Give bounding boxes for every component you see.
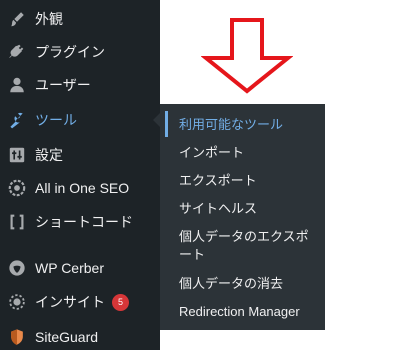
submenu-site-health[interactable]: サイトヘルス — [179, 200, 319, 218]
menu-item-label: WP Cerber — [35, 260, 104, 276]
menu-item-label: ユーザー — [35, 77, 91, 93]
menu-item-wp-cerber[interactable]: WP Cerber — [0, 251, 160, 285]
siteguard-icon — [7, 327, 27, 347]
menu-item-label: 設定 — [35, 147, 63, 163]
user-icon — [7, 75, 27, 95]
down-arrow-annotation-icon — [201, 18, 293, 94]
menu-item-siteguard[interactable]: SiteGuard — [0, 320, 160, 354]
paintbrush-icon — [7, 9, 27, 29]
submenu-export-personal-data[interactable]: 個人データのエクスポート — [179, 228, 319, 264]
submenu-import[interactable]: インポート — [179, 144, 319, 162]
settings-sliders-icon — [7, 145, 27, 165]
menu-item-plugins[interactable]: プラグイン — [0, 35, 160, 69]
menu-item-label: SiteGuard — [35, 329, 99, 345]
menu-item-label: All in One SEO — [35, 180, 130, 196]
notification-count-badge: 5 — [112, 293, 129, 311]
flyout-pointer — [153, 113, 160, 127]
menu-item-label: インサイト — [35, 294, 105, 310]
insights-icon — [7, 292, 27, 312]
menu-item-label: プラグイン — [35, 44, 105, 60]
menu-item-label: 外観 — [35, 11, 63, 27]
menu-item-users[interactable]: ユーザー — [0, 68, 160, 102]
aioseo-icon — [7, 178, 27, 198]
menu-item-shortcodes[interactable]: ショートコード — [0, 205, 160, 239]
menu-item-appearance[interactable]: 外観 — [0, 2, 160, 36]
plugin-icon — [7, 42, 27, 62]
submenu-redirection-manager[interactable]: Redirection Manager — [179, 303, 319, 321]
current-item-indicator — [165, 111, 168, 137]
menu-item-label: ショートコード — [35, 214, 133, 230]
menu-item-tools[interactable]: ツール — [0, 103, 160, 137]
admin-sidebar: 外観 プラグイン ユーザー ツール 設定 All in One SEO ショート… — [0, 0, 160, 350]
wrench-icon — [7, 110, 27, 130]
shortcode-brackets-icon — [7, 212, 27, 232]
submenu-erase-personal-data[interactable]: 個人データの消去 — [179, 275, 319, 293]
submenu-available-tools[interactable]: 利用可能なツール — [179, 116, 319, 134]
menu-item-label: ツール — [35, 112, 77, 128]
submenu-export[interactable]: エクスポート — [179, 172, 319, 190]
menu-item-settings[interactable]: 設定 — [0, 138, 160, 172]
menu-item-all-in-one-seo[interactable]: All in One SEO — [0, 171, 160, 205]
cerber-icon — [7, 258, 27, 278]
menu-item-insights[interactable]: インサイト 5 — [0, 285, 160, 319]
